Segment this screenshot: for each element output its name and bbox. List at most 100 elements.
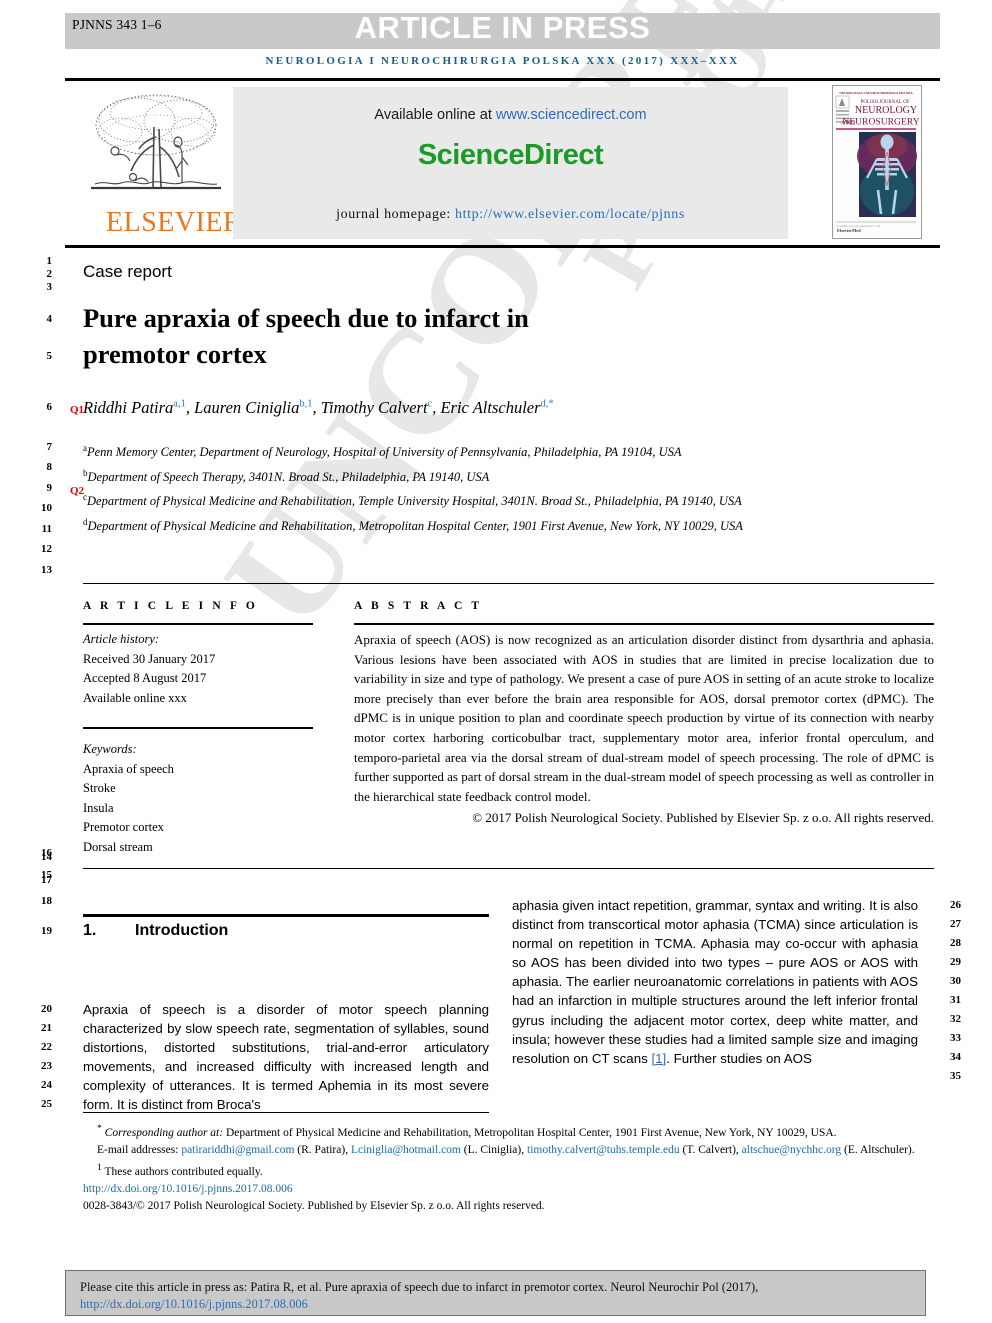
line-number: 31 — [950, 994, 961, 1006]
journal-homepage-line: journal homepage: http://www.elsevier.co… — [233, 207, 788, 223]
available-online-text: Available online at www.sciencedirect.co… — [233, 107, 788, 123]
line-number: 27 — [950, 918, 961, 930]
line-number: 26 — [950, 899, 961, 911]
author-name[interactable]: Timothy Calvert — [321, 398, 428, 417]
line-number: 10 — [41, 502, 52, 514]
email-addresses-note: E-mail addresses: patirariddhi@gmail.com… — [97, 1143, 915, 1156]
journal-running-head: NEUROLOGIA I NEUROCHIRURGIA POLSKA XXX (… — [265, 55, 740, 67]
query-marker-q1[interactable]: Q1 — [70, 404, 84, 416]
line-number: 23 — [41, 1060, 52, 1072]
email-person: (R. Patira) — [297, 1143, 346, 1156]
line-number: 6 — [46, 401, 53, 413]
article-type: Case report — [83, 262, 172, 281]
title-line-1: Pure apraxia of speech due to infarct in — [83, 303, 529, 333]
corresponding-author-label: Corresponding author at: — [104, 1126, 224, 1139]
elsevier-logo: ELSEVIER — [87, 87, 242, 239]
journal-homepage-label: journal homepage: — [336, 207, 455, 222]
line-number: 30 — [950, 975, 961, 987]
author-affil-mark: d,* — [540, 398, 554, 410]
article-history: Article history: Received 30 January 201… — [83, 630, 313, 708]
info-heading-rule — [83, 623, 313, 625]
line-number: 16 — [41, 847, 52, 859]
doi-link[interactable]: http://dx.doi.org/10.1016/j.pjnns.2017.0… — [83, 1183, 293, 1195]
abstract-text: Apraxia of speech (AOS) is now recognize… — [354, 632, 934, 804]
line-number: 33 — [950, 1032, 961, 1044]
author-affil-mark: b,1 — [299, 398, 313, 410]
keyword-item: Stroke — [83, 781, 116, 795]
equal-contribution-text: These authors contributed equally. — [104, 1165, 263, 1178]
line-number: 21 — [41, 1022, 52, 1034]
line-number: 35 — [950, 1070, 961, 1082]
line-number: 3 — [46, 281, 53, 293]
keywords-block: Keywords: Apraxia of speech Stroke Insul… — [83, 740, 313, 857]
intro-right-column: aphasia given intact repetition, grammar… — [512, 896, 918, 1068]
line-number: 12 — [41, 543, 52, 555]
cite-doi-link[interactable]: http://dx.doi.org/10.1016/j.pjnns.2017.0… — [80, 1297, 308, 1311]
journal-cover-thumbnail: NEUROLOGIA I NEUROCHIRURGIA POLSKA POLIS… — [832, 85, 922, 239]
keyword-item: Insula — [83, 800, 114, 815]
line-number: 19 — [41, 925, 52, 937]
article-in-press-label: ARTICLE IN PRESS — [354, 10, 651, 45]
sciencedirect-logo: ScienceDirect — [417, 139, 604, 171]
sciencedirect-box: Available online at www.sciencedirect.co… — [233, 87, 788, 239]
svg-text:NEUROLOGIA I NEUROCHIRURGIA PO: NEUROLOGIA I NEUROCHIRURGIA POLSKA — [839, 91, 913, 95]
received-date: Received 30 January 2017 — [83, 651, 216, 666]
section-title-text: Introduction — [135, 922, 229, 939]
banner-bottom-rule — [65, 245, 940, 248]
email-link[interactable]: patirariddhi@gmail.com — [181, 1144, 294, 1156]
query-marker-q2[interactable]: Q2 — [70, 485, 84, 497]
intro-right-text-part1: aphasia given intact repetition, grammar… — [512, 898, 918, 1066]
email-link[interactable]: timothy.calvert@tuhs.temple.edu — [527, 1144, 680, 1156]
email-person: (L. Ciniglia) — [463, 1143, 522, 1156]
author-name[interactable]: Riddhi Patira — [83, 398, 173, 417]
journal-cover-image: NEUROLOGIA I NEUROCHIRURGIA POLSKA POLIS… — [833, 86, 920, 236]
email-addresses-label: E-mail addresses: — [97, 1143, 179, 1156]
title-line-2: premotor cortex — [83, 339, 267, 369]
issn-copyright-line: 0028-3843/© 2017 Polish Neurological Soc… — [83, 1199, 545, 1212]
affiliation-item: cDepartment of Physical Medicine and Reh… — [83, 487, 803, 512]
keyword-item: Apraxia of speech — [83, 761, 174, 776]
page-root: PROOF UNCORRECTED PJNNS 343 1–6 ARTICLE … — [0, 0, 992, 1323]
author-name[interactable]: Eric Altschuler — [440, 398, 540, 417]
info-top-rule — [83, 583, 934, 584]
abstract-bottom-rule — [83, 868, 934, 869]
line-number: 34 — [950, 1051, 961, 1063]
line-number: 29 — [950, 956, 961, 968]
footnote-rule — [83, 1112, 489, 1113]
header-rule — [65, 78, 940, 81]
sciencedirect-link[interactable]: www.sciencedirect.com — [496, 107, 647, 123]
affiliation-item: dDepartment of Physical Medicine and Reh… — [83, 512, 803, 537]
affiliation-item: aPenn Memory Center, Department of Neuro… — [83, 438, 803, 463]
corresponding-author-note: * Corresponding author at: Department of… — [83, 1120, 938, 1142]
line-number: 24 — [41, 1079, 52, 1091]
line-number: 8 — [46, 461, 53, 473]
intro-left-column: Apraxia of speech is a disorder of motor… — [83, 1002, 489, 1113]
cite-text: Please cite this article in press as: Pa… — [80, 1280, 759, 1294]
elsevier-wordmark: ELSEVIER — [106, 207, 243, 238]
email-person: (E. Altschuler) — [844, 1143, 912, 1156]
abstract-heading: A B S T R A C T — [354, 600, 483, 612]
abstract-heading-rule — [354, 623, 934, 625]
article-history-label: Article history: — [83, 632, 160, 646]
journal-homepage-link[interactable]: http://www.elsevier.com/locate/pjnns — [455, 207, 685, 222]
line-number: 5 — [46, 350, 53, 362]
svg-text:NEUROLOGY: NEUROLOGY — [855, 105, 917, 116]
line-number: 20 — [41, 1003, 52, 1015]
line-number: 2 — [46, 268, 53, 280]
available-online-date: Available online xxx — [83, 690, 187, 705]
elsevier-tree-icon — [91, 94, 221, 190]
keywords-label: Keywords: — [83, 742, 137, 756]
keywords-rule — [83, 727, 313, 729]
cite-this-article-box: Please cite this article in press as: Pa… — [65, 1270, 926, 1316]
email-link[interactable]: Lciniglia@hotmail.com — [351, 1144, 461, 1156]
reference-link-1[interactable]: [1] — [651, 1051, 666, 1066]
article-info-heading: A R T I C L E I N F O — [83, 600, 258, 612]
email-person: (T. Calvert) — [682, 1143, 736, 1156]
doi-line: http://dx.doi.org/10.1016/j.pjnns.2017.0… — [83, 1181, 938, 1198]
author-name[interactable]: Lauren Ciniglia — [194, 398, 299, 417]
keyword-item: Premotor cortex — [83, 820, 164, 834]
svg-text:NEUROSURGERY: NEUROSURGERY — [842, 117, 919, 128]
email-link[interactable]: altschue@nychhc.org — [742, 1144, 841, 1156]
keyword-item: Dorsal stream — [83, 839, 153, 854]
author-list: Riddhi Patiraa,1, Lauren Cinigliab,1, Ti… — [83, 398, 554, 417]
